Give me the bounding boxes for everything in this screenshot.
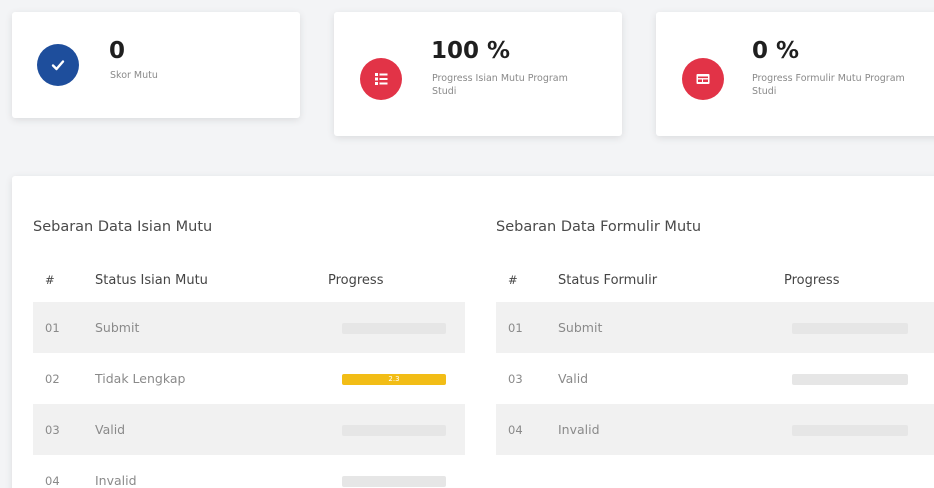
row-num: 04 [508, 422, 523, 437]
stat-label: Progress Formulir Mutu Program Studi [752, 73, 905, 97]
stat-label: Progress Isian Mutu Program Studi [432, 73, 568, 97]
formulir-section-title: Sebaran Data Formulir Mutu [496, 219, 702, 235]
check-circle-icon [37, 44, 79, 86]
row-status: Tidak Lengkap [95, 371, 186, 386]
stat-label: Skor Mutu [110, 70, 158, 81]
table-row: 02 Tidak Lengkap 2.3 [33, 353, 465, 404]
form-icon [682, 58, 724, 100]
row-num: 01 [45, 320, 60, 335]
progress-bar [342, 323, 446, 334]
table-row: 01 Submit [496, 302, 934, 353]
table-row: 04 Invalid [33, 455, 465, 488]
progress-bar: 2.3 [342, 374, 446, 385]
row-num: 04 [45, 473, 60, 488]
progress-bar [792, 374, 908, 385]
col-header-num: # [508, 273, 518, 287]
table-header: # Status Isian Mutu Progress [33, 258, 465, 302]
col-header-progress: Progress [328, 272, 384, 288]
table-row: 04 Invalid [496, 404, 934, 455]
progress-fill: 2.3 [342, 374, 446, 385]
stat-card-skor-mutu: 0 Skor Mutu [12, 12, 300, 118]
isian-section-title: Sebaran Data Isian Mutu [33, 219, 213, 235]
row-num: 03 [45, 422, 60, 437]
col-header-num: # [45, 273, 55, 287]
progress-bar [792, 425, 908, 436]
row-status: Valid [95, 422, 126, 437]
stat-value: 100 % [431, 38, 511, 64]
row-status: Valid [558, 371, 589, 386]
row-status: Invalid [558, 422, 600, 437]
col-header-status: Status Formulir [558, 272, 658, 288]
stat-card-progress-formulir: 0 % Progress Formulir Mutu Program Studi [656, 12, 934, 136]
sebaran-data-card: Sebaran Data Isian Mutu Sebaran Data For… [12, 176, 934, 488]
list-icon [360, 58, 402, 100]
table-row: 03 Valid [496, 353, 934, 404]
row-num: 02 [45, 371, 60, 386]
col-header-status: Status Isian Mutu [95, 272, 208, 288]
row-num: 03 [508, 371, 523, 386]
stat-value: 0 [109, 38, 126, 64]
col-header-progress: Progress [784, 272, 840, 288]
isian-table: # Status Isian Mutu Progress 01 Submit 0… [33, 258, 465, 488]
table-row: 01 Submit [33, 302, 465, 353]
row-num: 01 [508, 320, 523, 335]
progress-bar [792, 323, 908, 334]
table-row: 03 Valid [33, 404, 465, 455]
stat-card-progress-isian: 100 % Progress Isian Mutu Program Studi [334, 12, 622, 136]
stat-value: 0 % [752, 38, 800, 64]
row-status: Submit [558, 320, 603, 335]
table-header: # Status Formulir Progress [496, 258, 934, 302]
formulir-table: # Status Formulir Progress 01 Submit 03 … [496, 258, 934, 455]
row-status: Invalid [95, 473, 137, 488]
progress-bar [342, 425, 446, 436]
row-status: Submit [95, 320, 140, 335]
progress-bar [342, 476, 446, 487]
